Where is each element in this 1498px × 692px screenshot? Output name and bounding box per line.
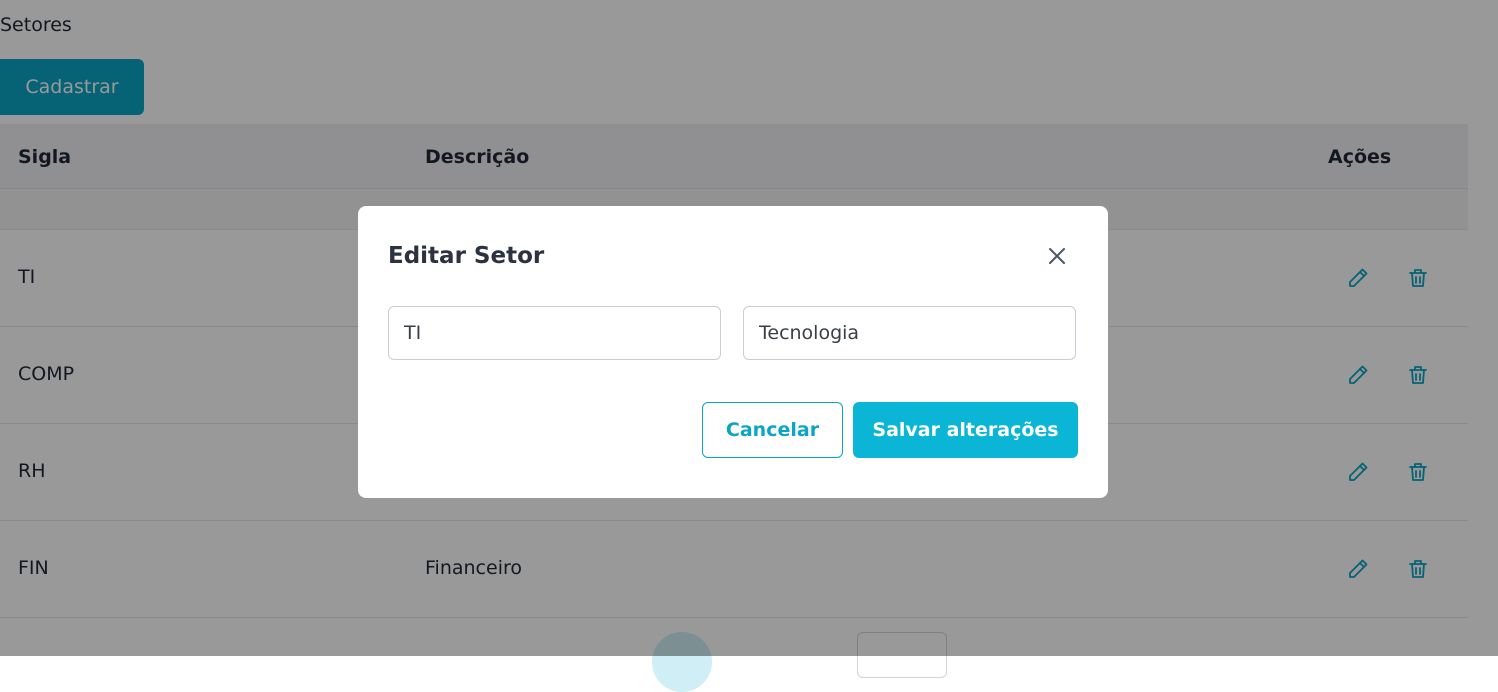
edit-sector-modal: Editar Setor Cancelar Salvar alterações <box>358 206 1108 498</box>
cancel-button[interactable]: Cancelar <box>702 402 843 458</box>
sigla-input[interactable] <box>388 306 721 360</box>
save-changes-button[interactable]: Salvar alterações <box>853 402 1078 458</box>
close-icon[interactable] <box>1044 243 1070 269</box>
modal-title: Editar Setor <box>388 243 545 269</box>
descricao-input[interactable] <box>743 306 1076 360</box>
